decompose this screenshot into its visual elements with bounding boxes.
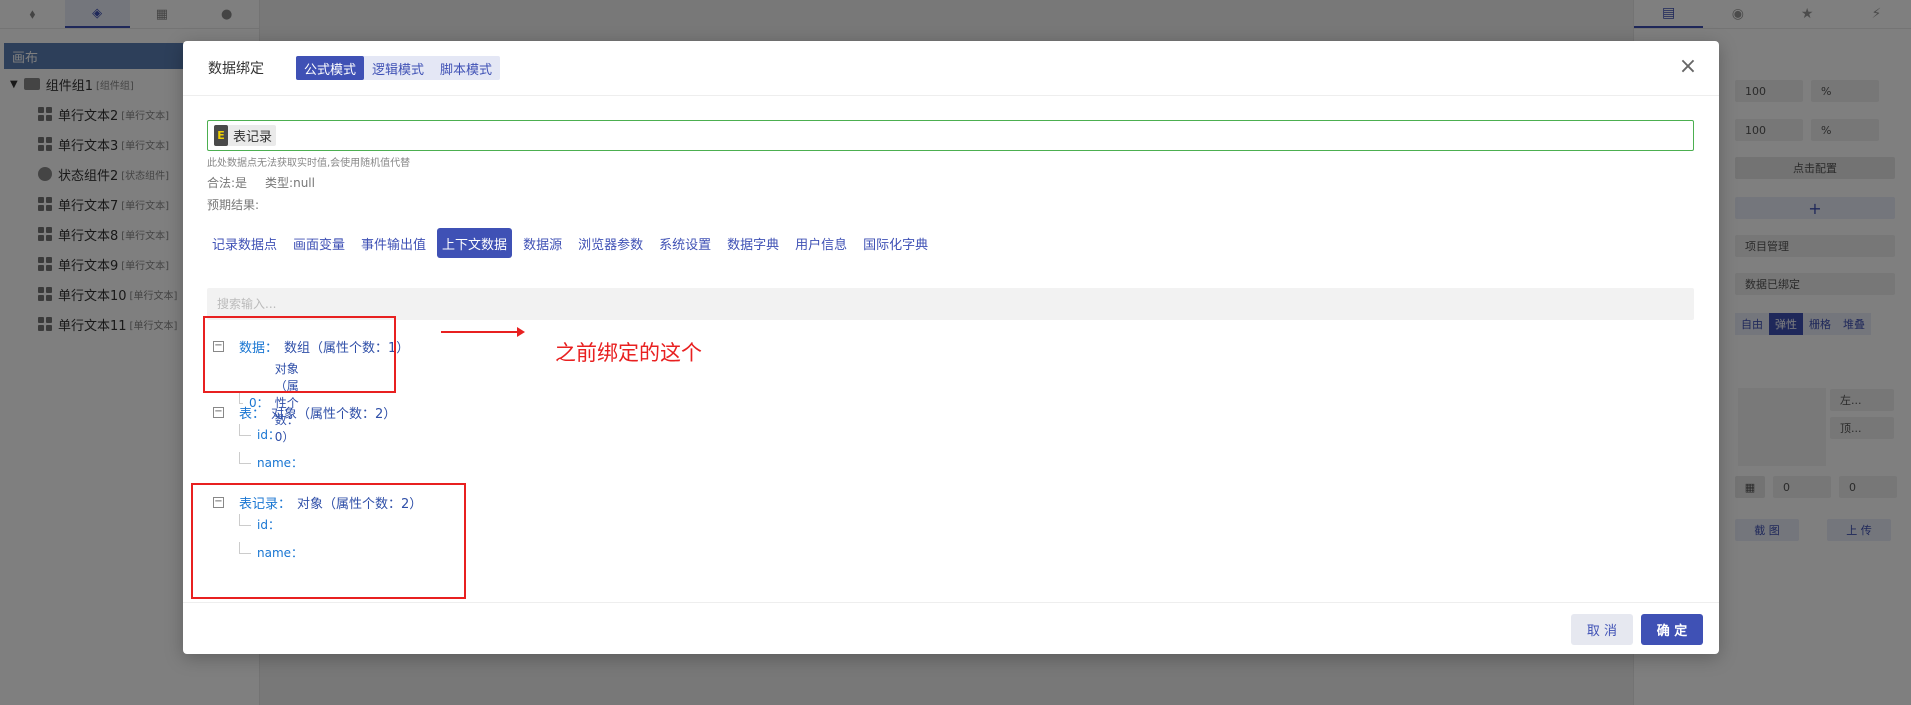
tree-branch-line — [239, 451, 251, 464]
collapse-icon[interactable]: − — [213, 407, 224, 418]
dialog-title: 数据绑定 — [208, 61, 264, 77]
data-binding-dialog: 数据绑定 公式模式 逻辑模式 脚本模式 × E 表记录 此处数据点无法获取实时值,会… — [183, 41, 1719, 654]
source-tab[interactable]: 国际化字典 — [858, 228, 933, 258]
mode-tabs: 公式模式 逻辑模式 脚本模式 — [296, 56, 501, 80]
annotation-box-data — [203, 316, 396, 393]
tree-child-node[interactable]: name： — [239, 451, 304, 471]
source-tab[interactable]: 数据源 — [518, 228, 567, 258]
formula-input[interactable]: E 表记录 — [207, 120, 1694, 151]
search-input[interactable] — [207, 288, 1694, 320]
validation-info: 合法:是 类型:null — [207, 174, 315, 191]
tree-branch-line — [239, 423, 251, 436]
dialog-footer: 取 消 确 定 — [183, 602, 1719, 654]
tree-node[interactable]: − 表： 对象（属性个数：2） — [213, 403, 396, 422]
confirm-button[interactable]: 确 定 — [1641, 614, 1703, 645]
cancel-button[interactable]: 取 消 — [1571, 614, 1633, 645]
source-tab[interactable]: 浏览器参数 — [573, 228, 648, 258]
source-tab[interactable]: 系统设置 — [654, 228, 716, 258]
expression-icon: E — [214, 125, 228, 146]
data-source-tabs: 记录数据点 画面变量 事件输出值 上下文数据 数据源 浏览器参数 系统设置 数据字典 用户信息国… — [207, 228, 933, 258]
source-tab[interactable]: 上下文数据 — [437, 228, 513, 258]
annotation-text: 之前绑定的这个 — [555, 341, 702, 365]
tree-node-desc: 对象（属性个数：2） — [271, 407, 397, 422]
source-tab[interactable]: 事件输出值 — [356, 228, 431, 258]
tree-child-key: id： — [257, 428, 280, 442]
mode-tab[interactable]: 脚本模式 — [432, 56, 500, 80]
source-tab[interactable]: 数据字典 — [722, 228, 784, 258]
expected-result: 预期结果: — [207, 198, 260, 212]
tree-node-key: 表： — [239, 407, 266, 422]
formula-chip[interactable]: E 表记录 — [214, 125, 277, 146]
mode-tab[interactable]: 逻辑模式 — [364, 56, 432, 80]
source-tab[interactable]: 用户信息 — [790, 228, 852, 258]
annotation-arrow — [441, 327, 525, 337]
annotation-box-table-record — [191, 483, 466, 599]
tree-child-node[interactable]: id： — [239, 423, 280, 443]
source-tab[interactable]: 记录数据点 — [207, 228, 282, 258]
valid-text: 合法:是 — [207, 176, 248, 190]
formula-chip-text: 表记录 — [233, 130, 273, 145]
type-text: 类型:null — [265, 176, 315, 190]
tree-child-key: name： — [257, 456, 304, 470]
tree-branch-line — [239, 391, 244, 404]
source-tab[interactable]: 画面变量 — [288, 228, 350, 258]
close-icon[interactable]: × — [1677, 56, 1699, 79]
mode-tab[interactable]: 公式模式 — [296, 56, 365, 80]
dialog-header: 数据绑定 公式模式 逻辑模式 脚本模式 × — [183, 41, 1719, 96]
random-value-hint: 此处数据点无法获取实时值,会使用随机值代替 — [207, 158, 411, 169]
